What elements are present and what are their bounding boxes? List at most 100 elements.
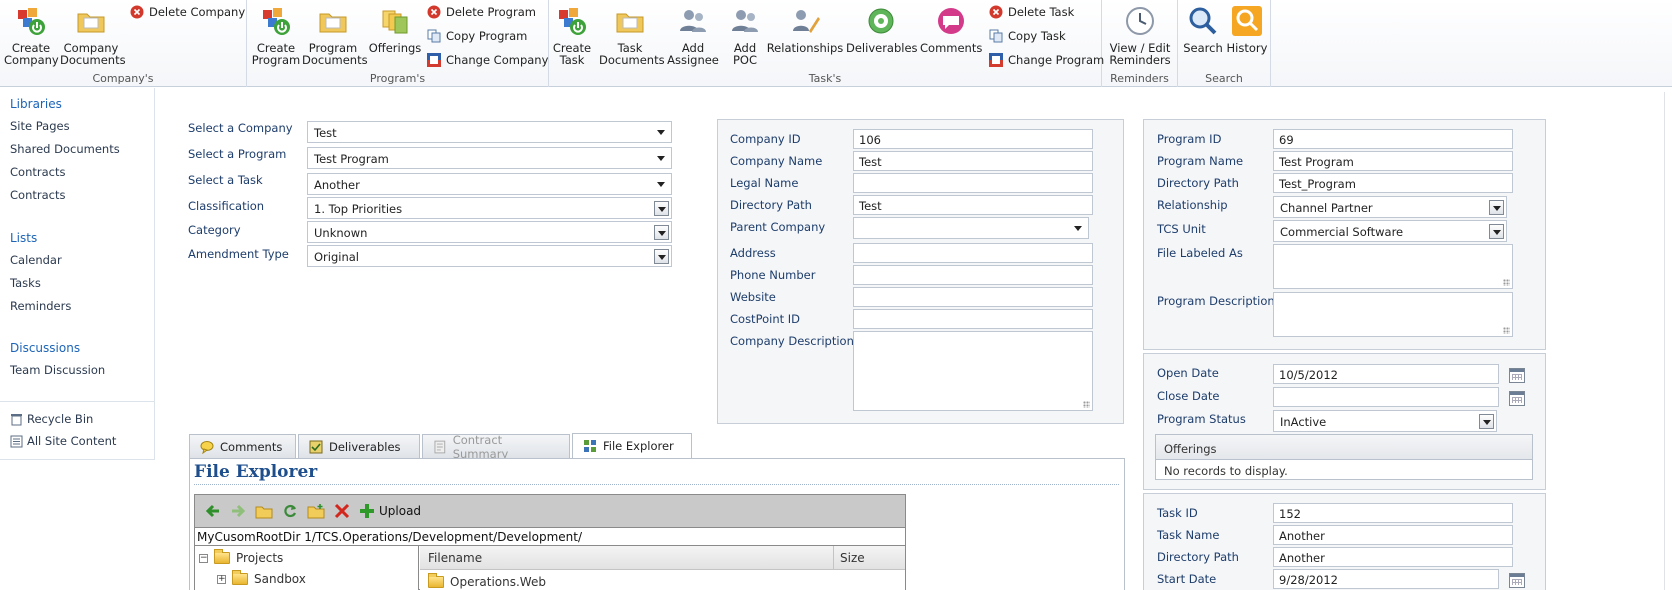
file-explorer-grid: Filename Size Operations.Web bbox=[420, 546, 905, 590]
history-button[interactable]: History bbox=[1225, 5, 1269, 54]
start-date-field[interactable]: 9/28/2012 bbox=[1273, 569, 1499, 589]
program-name-field[interactable]: Test Program bbox=[1273, 151, 1513, 171]
nav-reminders[interactable]: Reminders bbox=[10, 299, 71, 313]
nav-all-site-content-label: All Site Content bbox=[27, 434, 117, 448]
copy-task-button[interactable]: Copy Task bbox=[989, 27, 1066, 45]
change-program-button[interactable]: Change Program bbox=[989, 51, 1104, 69]
tab-deliverables[interactable]: Deliverables bbox=[298, 434, 420, 458]
create-program-button[interactable]: Create Program bbox=[251, 5, 301, 66]
nav-contracts-2[interactable]: Contracts bbox=[10, 188, 65, 202]
company-directory-field[interactable]: Test bbox=[853, 195, 1093, 215]
expand-icon[interactable]: + bbox=[217, 574, 226, 584]
nav-team-discussion[interactable]: Team Discussion bbox=[10, 363, 105, 377]
close-date-field[interactable] bbox=[1273, 387, 1499, 407]
add-assignee-button[interactable]: Add Assignee bbox=[664, 5, 722, 66]
nav-calendar[interactable]: Calendar bbox=[10, 253, 62, 267]
folder-documents-icon bbox=[319, 13, 347, 33]
program-description-textarea[interactable] bbox=[1273, 292, 1513, 337]
copy-program-button[interactable]: Copy Program bbox=[427, 27, 527, 45]
nav-shared-documents[interactable]: Shared Documents bbox=[10, 142, 120, 156]
amendment-type-label: Amendment Type bbox=[188, 247, 289, 261]
program-status-value: InActive bbox=[1280, 415, 1327, 429]
file-row[interactable]: Operations.Web bbox=[428, 573, 546, 589]
nav-lists[interactable]: Lists bbox=[10, 231, 37, 245]
file-labeled-as-textarea[interactable] bbox=[1273, 244, 1513, 289]
tab-contract-summary[interactable]: Contract Summary bbox=[422, 433, 570, 461]
delete-x-icon[interactable] bbox=[334, 503, 350, 519]
nav-contracts[interactable]: Contracts bbox=[10, 165, 65, 179]
calendar-icon[interactable] bbox=[1509, 573, 1525, 588]
relationship-select[interactable]: Channel Partner bbox=[1273, 196, 1507, 218]
parent-company-dropdown[interactable] bbox=[853, 217, 1089, 239]
company-id-field[interactable]: 106 bbox=[853, 129, 1093, 149]
open-folder-icon[interactable] bbox=[255, 503, 273, 519]
refresh-icon[interactable] bbox=[282, 503, 298, 519]
program-directory-field[interactable]: Test_Program bbox=[1273, 173, 1513, 193]
relationships-button[interactable]: Relationships bbox=[765, 5, 845, 54]
company-name-label: Company Name bbox=[730, 154, 823, 168]
calendar-icon[interactable] bbox=[1509, 368, 1525, 383]
classification-select[interactable]: 1. Top Priorities bbox=[307, 197, 672, 219]
tab-file-explorer[interactable]: File Explorer bbox=[572, 433, 692, 458]
new-folder-icon[interactable] bbox=[307, 503, 325, 519]
calendar-icon[interactable] bbox=[1509, 391, 1525, 406]
tab-comments[interactable]: Comments bbox=[189, 434, 296, 458]
page-scrollbar[interactable] bbox=[1664, 92, 1672, 590]
phone-number-field[interactable] bbox=[853, 265, 1093, 285]
forward-arrow-icon[interactable] bbox=[230, 503, 246, 519]
select-company-dropdown[interactable]: Test bbox=[307, 121, 672, 143]
upload-button[interactable]: Upload bbox=[359, 503, 421, 519]
deliverables-button[interactable]: Deliverables bbox=[846, 5, 918, 54]
costpoint-id-label: CostPoint ID bbox=[730, 312, 801, 326]
delete-company-button[interactable]: Delete Company bbox=[130, 3, 245, 21]
legal-name-field[interactable] bbox=[853, 173, 1093, 193]
company-name-field[interactable]: Test bbox=[853, 151, 1093, 171]
nav-tasks[interactable]: Tasks bbox=[10, 276, 41, 290]
website-field[interactable] bbox=[853, 287, 1093, 307]
add-poc-button[interactable]: Add POC bbox=[725, 5, 765, 66]
select-program-dropdown[interactable]: Test Program bbox=[307, 147, 672, 169]
task-id-field[interactable]: 152 bbox=[1273, 503, 1513, 523]
delete-task-button[interactable]: Delete Task bbox=[989, 3, 1074, 21]
tcs-unit-select[interactable]: Commercial Software bbox=[1273, 220, 1507, 242]
task-name-field[interactable]: Another bbox=[1273, 525, 1513, 545]
quick-launch: Libraries Site Pages Shared Documents Co… bbox=[0, 88, 155, 460]
task-directory-field[interactable]: Another bbox=[1273, 547, 1513, 567]
column-size[interactable]: Size bbox=[840, 551, 865, 565]
create-company-button[interactable]: Create Company bbox=[4, 5, 59, 66]
company-documents-button[interactable]: Company Documents bbox=[60, 5, 126, 66]
amendment-type-select[interactable]: Original bbox=[307, 245, 672, 267]
category-value: Unknown bbox=[314, 226, 368, 240]
program-id-field[interactable]: 69 bbox=[1273, 129, 1513, 149]
nav-libraries[interactable]: Libraries bbox=[10, 97, 62, 111]
tree-node-projects[interactable]: − Projects bbox=[199, 549, 283, 565]
nav-recycle-bin[interactable]: Recycle Bin bbox=[10, 412, 93, 426]
company-description-textarea[interactable] bbox=[853, 331, 1093, 411]
program-status-select[interactable]: InActive bbox=[1273, 410, 1497, 432]
tcs-unit-value: Commercial Software bbox=[1280, 225, 1404, 239]
select-task-dropdown[interactable]: Another bbox=[307, 173, 672, 195]
tree-node-sandbox[interactable]: + Sandbox bbox=[217, 570, 306, 586]
comments-button[interactable]: Comments bbox=[920, 5, 982, 54]
address-field[interactable] bbox=[853, 243, 1093, 263]
file-explorer-divider bbox=[194, 484, 1119, 485]
back-arrow-icon[interactable] bbox=[205, 503, 221, 519]
create-task-button[interactable]: Create Task bbox=[552, 5, 592, 66]
collapse-icon[interactable]: − bbox=[199, 553, 208, 563]
delete-program-button[interactable]: Delete Program bbox=[427, 3, 536, 21]
program-documents-button[interactable]: Program Documents bbox=[302, 5, 368, 66]
search-button[interactable]: Search bbox=[1182, 5, 1224, 54]
nav-site-pages[interactable]: Site Pages bbox=[10, 119, 70, 133]
column-filename[interactable]: Filename bbox=[428, 551, 482, 565]
costpoint-id-field[interactable] bbox=[853, 309, 1093, 329]
offerings-button[interactable]: Offerings bbox=[367, 5, 423, 54]
nav-all-site-content[interactable]: All Site Content bbox=[10, 434, 116, 448]
nav-discussions[interactable]: Discussions bbox=[10, 341, 80, 355]
task-documents-button[interactable]: Task Documents bbox=[599, 5, 665, 66]
category-select[interactable]: Unknown bbox=[307, 221, 672, 243]
view-edit-reminders-button[interactable]: View / Edit Reminders bbox=[1106, 5, 1174, 66]
group-label-search: Search bbox=[1205, 72, 1243, 85]
open-date-field[interactable]: 10/5/2012 bbox=[1273, 364, 1499, 384]
change-company-button[interactable]: Change Company bbox=[427, 51, 548, 69]
file-explorer-path[interactable]: MyCusomRootDir 1/TCS.Operations/Developm… bbox=[195, 528, 905, 546]
